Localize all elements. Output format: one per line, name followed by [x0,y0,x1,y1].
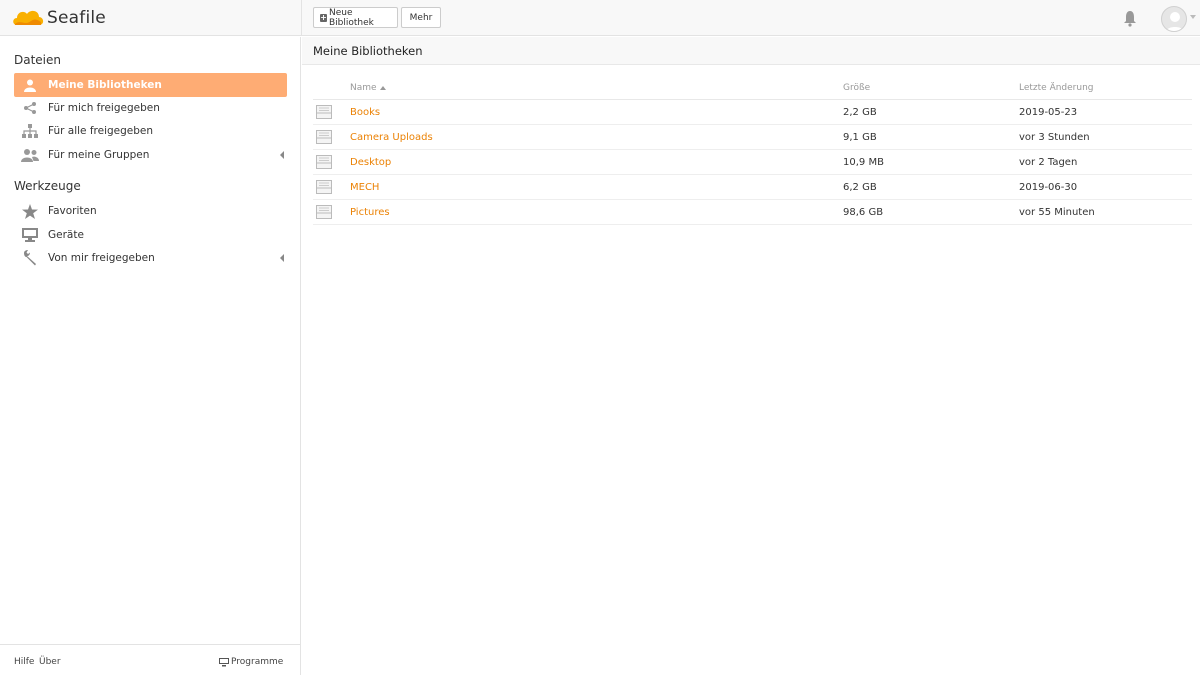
library-modified: vor 2 Tagen [1019,157,1078,168]
caret-left-icon[interactable] [280,254,284,262]
library-name-link[interactable]: MECH [350,182,379,193]
wrench-icon [20,250,40,266]
library-size: 2,2 GB [843,107,877,118]
group-icon [20,147,40,163]
libraries-table: Name Größe Letzte Änderung Books 2,2 GB … [313,77,1192,225]
sidebar-item-label: Für alle freigegeben [48,125,154,137]
library-icon [316,155,332,169]
library-modified: 2019-05-23 [1019,107,1078,118]
library-icon [316,180,332,194]
column-modified-header[interactable]: Letzte Änderung [1019,83,1094,93]
user-icon [20,77,40,93]
sidebar-item-my-libraries[interactable]: Meine Bibliotheken [14,73,287,97]
new-library-button[interactable]: + Neue Bibliothek [313,7,398,28]
library-name-link[interactable]: Pictures [350,207,390,218]
sidebar-item-devices[interactable]: Geräte [14,223,287,247]
sidebar-item-my-groups[interactable]: Für meine Gruppen [14,143,287,167]
help-link[interactable]: Hilfe [14,657,34,667]
library-size: 10,9 MB [843,157,884,168]
column-size-header[interactable]: Größe [843,83,870,93]
library-size: 6,2 GB [843,182,877,193]
library-size: 9,1 GB [843,132,877,143]
sidebar: Dateien Meine Bibliotheken Für mich frei… [0,37,301,675]
library-icon [316,105,332,119]
sidebar-item-shared-with-all[interactable]: Für alle freigegeben [14,119,287,143]
bell-icon[interactable] [1122,9,1138,27]
library-modified: vor 55 Minuten [1019,207,1095,218]
page-title: Meine Bibliotheken [313,44,423,58]
monitor-icon [219,657,229,666]
files-section-title: Dateien [14,53,62,67]
library-name-link[interactable]: Books [350,107,380,118]
table-row[interactable]: Camera Uploads 9,1 GB vor 3 Stunden [313,125,1192,150]
column-name-label: Name [350,83,377,93]
seafile-logo-icon [13,10,44,25]
library-name-link[interactable]: Camera Uploads [350,132,433,143]
about-link[interactable]: Über [39,657,61,667]
sidebar-item-label: Meine Bibliotheken [48,79,162,91]
library-name-link[interactable]: Desktop [350,157,391,168]
avatar[interactable] [1161,6,1187,32]
sidebar-item-label: Für meine Gruppen [48,149,150,161]
table-row[interactable]: Pictures 98,6 GB vor 55 Minuten [313,200,1192,225]
sidebar-footer: Hilfe Über Programme [0,644,300,675]
library-modified: 2019-06-30 [1019,182,1078,193]
column-name-header[interactable]: Name [350,83,386,93]
monitor-icon [20,227,40,243]
main-content: Meine Bibliotheken Name Größe Letzte Änd… [302,37,1200,675]
sidebar-item-label: Für mich freigegeben [48,102,160,114]
tools-section-title: Werkzeuge [14,179,81,193]
library-icon [316,205,332,219]
programs-label: Programme [231,657,284,667]
chevron-down-icon[interactable] [1190,15,1196,19]
sort-up-icon [379,85,386,90]
share-icon [20,100,40,116]
programs-link[interactable]: Programme [219,657,283,667]
library-icon [316,130,332,144]
library-modified: vor 3 Stunden [1019,132,1090,143]
new-library-label: Neue Bibliothek [328,7,374,28]
sidebar-item-shared-with-me[interactable]: Für mich freigegeben [14,96,287,120]
sidebar-item-label: Favoriten [48,205,97,217]
star-icon [20,203,40,219]
sidebar-item-label: Von mir freigegeben [48,252,155,264]
table-row[interactable]: Books 2,2 GB 2019-05-23 [313,100,1192,125]
seafile-logo[interactable]: Seafile [11,5,106,31]
org-chart-icon [20,123,40,139]
more-label: Mehr [409,12,433,23]
sidebar-item-label: Geräte [48,229,84,241]
more-button[interactable]: Mehr [401,7,441,28]
caret-left-icon[interactable] [280,151,284,159]
top-bar: Seafile + Neue Bibliothek Mehr [0,0,1200,36]
plus-icon: + [320,12,327,22]
table-header: Name Größe Letzte Änderung [313,77,1192,100]
topbar-divider [301,0,302,36]
table-row[interactable]: MECH 6,2 GB 2019-06-30 [313,175,1192,200]
main-header: Meine Bibliotheken [302,37,1200,65]
app-name: Seafile [47,8,106,28]
sidebar-item-shared-by-me[interactable]: Von mir freigegeben [14,246,287,270]
table-row[interactable]: Desktop 10,9 MB vor 2 Tagen [313,150,1192,175]
user-avatar-icon [1165,12,1185,31]
library-size: 98,6 GB [843,207,884,218]
sidebar-item-favorites[interactable]: Favoriten [14,199,287,223]
